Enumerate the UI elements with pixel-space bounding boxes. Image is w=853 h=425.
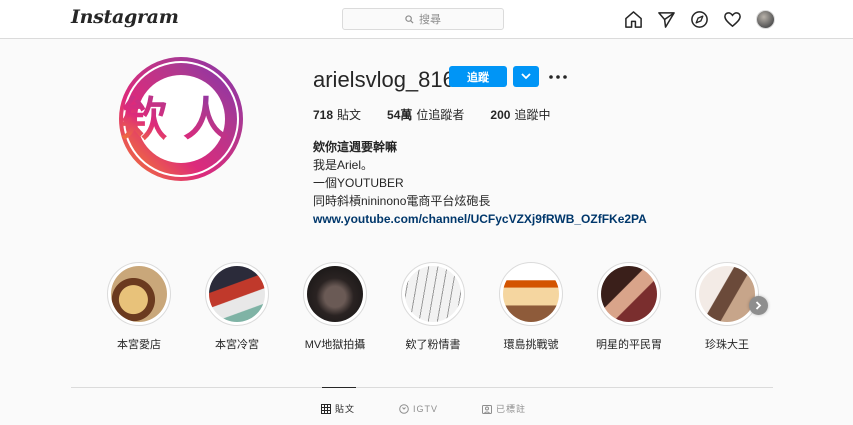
grid-icon xyxy=(321,403,331,414)
stat-following[interactable]: 200 追蹤中 xyxy=(490,106,550,123)
follow-button[interactable]: 追蹤 xyxy=(449,66,507,87)
active-tab-indicator xyxy=(322,387,356,388)
highlight-label: 明星的平民胃 xyxy=(596,339,662,351)
bio-line: 我是Ariel。 xyxy=(313,158,374,172)
highlight-ring xyxy=(401,262,465,326)
highlight-label: 本宮愛店 xyxy=(117,339,161,351)
profile-stats: 718 貼文 54萬 位追蹤者 200 追蹤中 xyxy=(313,106,576,123)
highlight-ring xyxy=(107,262,171,326)
highlight-item[interactable]: 明星的平民胃 xyxy=(594,262,664,352)
profile-tabs: 貼文 IGTV 已標註 xyxy=(321,402,570,415)
stat-label: 位追蹤者 xyxy=(416,108,465,122)
tabs-divider xyxy=(71,387,773,388)
highlight-ring xyxy=(499,262,563,326)
highlight-item[interactable]: 本宮冷宮 xyxy=(202,262,272,352)
highlight-cover xyxy=(699,266,755,322)
instagram-logo[interactable]: Instagram xyxy=(71,6,179,28)
highlight-cover xyxy=(307,266,363,322)
highlight-item[interactable]: 欸了粉情書 xyxy=(398,262,468,352)
highlight-cover xyxy=(209,266,265,322)
explore-icon[interactable] xyxy=(689,9,709,29)
search-icon xyxy=(405,14,414,24)
profile-bio: 欸你這週要幹嘛 我是Ariel。 一個YOUTUBER 同時斜槓nininono… xyxy=(313,138,647,228)
highlight-cover xyxy=(405,266,461,322)
bio-line: 一個YOUTUBER xyxy=(313,176,404,190)
bio-line: 同時斜槓nininono電商平台炫砲長 xyxy=(313,194,491,208)
home-icon[interactable] xyxy=(623,9,643,29)
search-input[interactable]: 搜尋 xyxy=(342,8,504,30)
tagged-icon xyxy=(482,404,493,414)
highlight-item[interactable]: 環島挑戰號 xyxy=(496,262,566,352)
igtv-icon xyxy=(399,403,409,414)
stat-label: 貼文 xyxy=(337,108,362,122)
highlight-label: 環島挑戰號 xyxy=(503,339,559,351)
bio-link[interactable]: www.youtube.com/channel/UCFycVZXj9fRWB_O… xyxy=(313,210,647,228)
highlight-label: MV地獄拍攝 xyxy=(304,339,366,351)
highlight-cover xyxy=(503,266,559,322)
stat-value: 718 xyxy=(313,108,334,122)
stat-followers[interactable]: 54萬 位追蹤者 xyxy=(387,106,464,123)
stat-value: 54萬 xyxy=(387,108,413,122)
highlight-ring xyxy=(303,262,367,326)
more-options-button[interactable] xyxy=(547,66,569,87)
highlight-cover xyxy=(111,266,167,322)
highlight-label: 珍珠大王 xyxy=(705,339,749,351)
heart-icon[interactable] xyxy=(722,9,742,29)
stat-value: 200 xyxy=(490,108,511,122)
tab-tagged[interactable]: 已標註 xyxy=(482,402,526,415)
stat-label: 追蹤中 xyxy=(514,108,551,122)
highlight-ring xyxy=(597,262,661,326)
highlight-label: 欸了粉情書 xyxy=(405,339,461,351)
bio-name: 欸你這週要幹嘛 xyxy=(313,140,398,154)
tab-label: IGTV xyxy=(413,403,439,414)
tab-label: 貼文 xyxy=(335,404,356,414)
suggested-dropdown-button[interactable] xyxy=(513,66,539,87)
highlight-ring xyxy=(695,262,759,326)
stat-posts: 718 貼文 xyxy=(313,106,361,123)
chevron-down-icon xyxy=(521,73,531,80)
highlight-cover xyxy=(601,266,657,322)
profile-logo-graphic: 欸 人 xyxy=(119,57,243,181)
highlight-item[interactable]: 本宮愛店 xyxy=(104,262,174,352)
search-placeholder: 搜尋 xyxy=(419,14,441,26)
highlights-next-button[interactable] xyxy=(749,296,768,315)
chevron-right-icon xyxy=(755,301,762,310)
tab-igtv[interactable]: IGTV xyxy=(399,402,438,415)
tab-label: 已標註 xyxy=(496,404,527,414)
logo-main-text: 欸 人 xyxy=(121,92,229,146)
tab-posts[interactable]: 貼文 xyxy=(321,402,355,415)
profile-username: arielsvlog_816 xyxy=(313,67,455,92)
profile-avatar[interactable] xyxy=(755,9,775,29)
nav-icon-group xyxy=(623,9,788,29)
highlight-label: 本宮冷宮 xyxy=(215,339,259,351)
avatar xyxy=(755,9,775,29)
highlight-item[interactable]: MV地獄拍攝 xyxy=(300,262,370,352)
top-nav: Instagram 搜尋 xyxy=(0,0,853,39)
direct-icon[interactable] xyxy=(656,9,676,29)
highlight-ring xyxy=(205,262,269,326)
more-dots-icon xyxy=(549,74,567,79)
profile-picture[interactable]: 欸 人 xyxy=(117,55,245,183)
